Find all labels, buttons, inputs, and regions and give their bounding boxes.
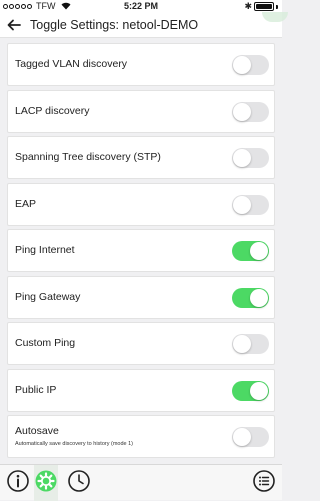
toggle-switch[interactable] bbox=[232, 287, 269, 308]
setting-label: Public IP bbox=[15, 383, 57, 396]
setting-label: Autosave bbox=[15, 425, 59, 437]
tab-bar bbox=[0, 464, 282, 501]
clock-icon[interactable] bbox=[67, 469, 91, 493]
setting-label: Ping Gateway bbox=[15, 290, 81, 303]
toggle-knob bbox=[233, 335, 251, 353]
toggle-switch[interactable] bbox=[232, 55, 269, 75]
setting-row-public-ip: Public IP bbox=[7, 368, 275, 412]
toggle-switch[interactable] bbox=[232, 380, 269, 401]
toggle-knob bbox=[250, 381, 268, 400]
nav-header: Toggle Settings: netool-DEMO bbox=[0, 12, 288, 38]
setting-label: EAP bbox=[15, 197, 37, 210]
toggle-switch[interactable] bbox=[232, 427, 269, 447]
info-icon[interactable] bbox=[6, 469, 30, 493]
toggle-knob bbox=[233, 195, 251, 214]
setting-row-ping-gateway: Ping Gateway bbox=[7, 275, 275, 319]
toggle-knob bbox=[250, 242, 268, 260]
setting-row-stp: Spanning Tree discovery (STP) bbox=[7, 136, 275, 179]
status-bar: TFW 5:22 PM ✱ bbox=[0, 0, 282, 13]
toggle-knob bbox=[233, 428, 251, 446]
status-time: 5:22 PM bbox=[123, 1, 158, 11]
hidden-toggle-edge bbox=[262, 12, 288, 22]
toggle-knob bbox=[233, 56, 251, 74]
toggle-switch[interactable] bbox=[232, 148, 269, 168]
bluetooth-icon: ✱ bbox=[244, 1, 252, 11]
toggle-knob bbox=[250, 288, 268, 307]
settings-list: Tagged VLAN discovery LACP discovery Spa… bbox=[7, 43, 275, 462]
toggle-switch[interactable] bbox=[232, 241, 269, 261]
setting-label: LACP discovery bbox=[15, 104, 90, 117]
toggle-switch[interactable] bbox=[232, 101, 269, 122]
toggle-switch[interactable] bbox=[232, 194, 269, 215]
list-icon[interactable] bbox=[252, 469, 276, 493]
toggle-knob bbox=[233, 102, 251, 121]
page-title: Toggle Settings: netool-DEMO bbox=[30, 18, 199, 32]
setting-row-ping-internet: Ping Internet bbox=[7, 229, 275, 272]
setting-row-lacp: LACP discovery bbox=[7, 89, 275, 133]
setting-label: Custom Ping bbox=[15, 337, 76, 349]
setting-label: Spanning Tree discovery (STP) bbox=[15, 151, 161, 163]
battery-icon bbox=[254, 2, 274, 11]
toggle-knob bbox=[233, 149, 251, 167]
status-right: ✱ bbox=[244, 2, 278, 11]
gear-icon[interactable] bbox=[34, 469, 58, 493]
setting-label: Ping Internet bbox=[15, 244, 75, 256]
setting-row-tagged-vlan: Tagged VLAN discovery bbox=[7, 43, 275, 86]
setting-row-eap: EAP bbox=[7, 182, 275, 226]
back-arrow-icon[interactable] bbox=[7, 19, 21, 31]
setting-row-custom-ping: Custom Ping bbox=[7, 322, 275, 365]
toggle-switch[interactable] bbox=[232, 334, 269, 354]
setting-label: Tagged VLAN discovery bbox=[15, 58, 128, 70]
setting-sublabel: Automatically save discovery to history … bbox=[15, 441, 133, 447]
battery-level bbox=[256, 4, 272, 9]
setting-row-autosave: Autosave Automatically save discovery to… bbox=[7, 415, 275, 458]
battery-cap bbox=[276, 4, 278, 9]
